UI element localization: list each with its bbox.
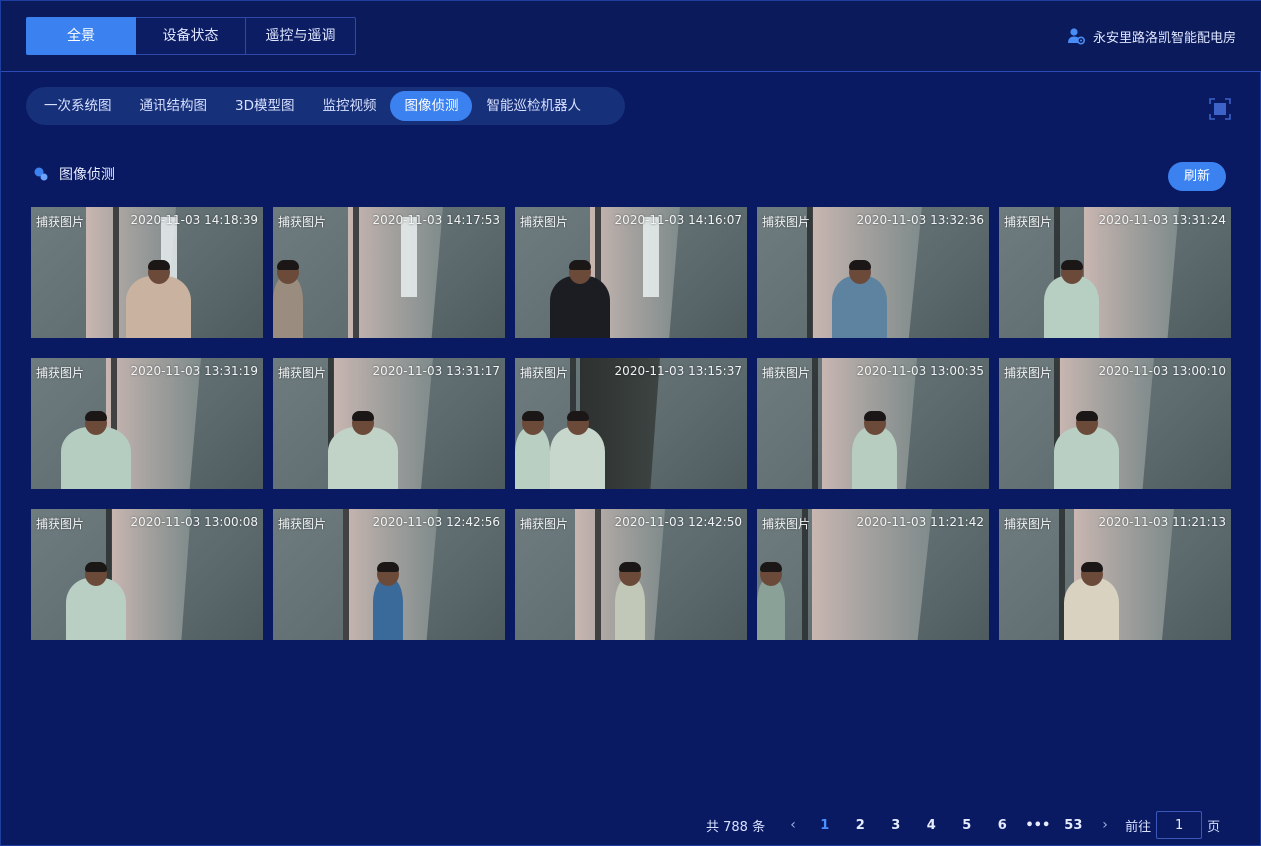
tab-primary-diagram[interactable]: 一次系统图 [30, 91, 126, 121]
tab-video-monitor[interactable]: 监控视频 [308, 91, 390, 121]
capture-card[interactable]: 捕获图片 2020-11-03 13:00:08 [31, 509, 263, 640]
capture-label: 捕获图片 [278, 215, 327, 229]
capture-label: 捕获图片 [36, 215, 85, 229]
capture-timestamp: 2020-11-03 13:31:17 [372, 364, 500, 378]
tab-comm-structure[interactable]: 通讯结构图 [126, 91, 222, 121]
capture-grid: 捕获图片 2020-11-03 14:18:39 捕获图片 2020-11-03 14… [31, 207, 1231, 640]
capture-label: 捕获图片 [520, 366, 569, 380]
capture-card[interactable]: 捕获图片 2020-11-03 14:17:53 [273, 207, 505, 338]
pagination: 共 788 条 ‹ 1 2 3 4 5 6 ••• 53 › 前往 页 [706, 811, 1220, 839]
capture-label: 捕获图片 [1004, 517, 1053, 531]
header: 全景 设备状态 遥控与遥调 永安里路洛凯智能配电房 [1, 1, 1261, 72]
capture-timestamp: 2020-11-03 14:18:39 [130, 213, 258, 227]
capture-timestamp: 2020-11-03 13:00:08 [130, 515, 258, 529]
capture-card[interactable]: 捕获图片 2020-11-03 11:21:42 [757, 509, 989, 640]
capture-timestamp: 2020-11-03 13:00:10 [1098, 364, 1226, 378]
tab-3d-model[interactable]: 3D模型图 [221, 91, 308, 121]
capture-card[interactable]: 捕获图片 2020-11-03 13:32:36 [757, 207, 989, 338]
capture-timestamp: 2020-11-03 14:17:53 [372, 213, 500, 227]
capture-timestamp: 2020-11-03 13:15:37 [614, 364, 742, 378]
capture-timestamp: 2020-11-03 13:00:35 [856, 364, 984, 378]
capture-card[interactable]: 捕获图片 2020-11-03 13:31:17 [273, 358, 505, 489]
fullscreen-icon[interactable] [1209, 98, 1231, 120]
section-title: 图像侦测 [33, 164, 115, 184]
user-gear-icon [1067, 28, 1085, 45]
section-title-text: 图像侦测 [59, 167, 115, 183]
page-1[interactable]: 1 [807, 818, 843, 833]
capture-card[interactable]: 捕获图片 2020-11-03 13:00:35 [757, 358, 989, 489]
page-5[interactable]: 5 [949, 818, 985, 833]
top-tabs: 全景 设备状态 遥控与遥调 [26, 17, 356, 55]
capture-label: 捕获图片 [36, 517, 85, 531]
capture-label: 捕获图片 [278, 517, 327, 531]
capture-label: 捕获图片 [520, 517, 569, 531]
capture-card[interactable]: 捕获图片 2020-11-03 12:42:50 [515, 509, 747, 640]
next-page-icon[interactable]: › [1091, 817, 1119, 833]
capture-card[interactable]: 捕获图片 2020-11-03 13:00:10 [999, 358, 1231, 489]
page-2[interactable]: 2 [843, 818, 879, 833]
capture-card[interactable]: 捕获图片 2020-11-03 13:31:19 [31, 358, 263, 489]
top-tab-overview[interactable]: 全景 [26, 17, 136, 55]
capture-label: 捕获图片 [278, 366, 327, 380]
capture-label: 捕获图片 [36, 366, 85, 380]
page-suffix: 页 [1207, 819, 1221, 835]
page-53[interactable]: 53 [1056, 818, 1092, 833]
top-tab-remote-control[interactable]: 遥控与遥调 [246, 17, 356, 55]
app-frame: 全景 设备状态 遥控与遥调 永安里路洛凯智能配电房 一次系统图 通讯结构图 3D… [0, 0, 1261, 846]
top-tab-device-status[interactable]: 设备状态 [136, 17, 246, 55]
capture-card[interactable]: 捕获图片 2020-11-03 12:42:56 [273, 509, 505, 640]
bubbles-icon [34, 167, 48, 181]
page-3[interactable]: 3 [878, 818, 914, 833]
page-ellipsis[interactable]: ••• [1020, 818, 1056, 833]
capture-timestamp: 2020-11-03 13:31:19 [130, 364, 258, 378]
sub-tabs: 一次系统图 通讯结构图 3D模型图 监控视频 图像侦测 智能巡检机器人 [26, 87, 625, 125]
capture-label: 捕获图片 [762, 517, 811, 531]
capture-label: 捕获图片 [1004, 366, 1053, 380]
capture-label: 捕获图片 [762, 366, 811, 380]
capture-card[interactable]: 捕获图片 2020-11-03 14:16:07 [515, 207, 747, 338]
page-4[interactable]: 4 [914, 818, 950, 833]
capture-timestamp: 2020-11-03 11:21:13 [1098, 515, 1226, 529]
capture-timestamp: 2020-11-03 12:42:50 [614, 515, 742, 529]
goto-label: 前往 [1125, 819, 1152, 835]
capture-card[interactable]: 捕获图片 2020-11-03 13:15:37 [515, 358, 747, 489]
capture-card[interactable]: 捕获图片 2020-11-03 14:18:39 [31, 207, 263, 338]
tab-image-detection[interactable]: 图像侦测 [390, 91, 473, 121]
capture-label: 捕获图片 [520, 215, 569, 229]
station-name: 永安里路洛凯智能配电房 [1092, 30, 1236, 46]
station-info[interactable]: 永安里路洛凯智能配电房 [1067, 25, 1236, 47]
prev-page-icon[interactable]: ‹ [779, 817, 807, 833]
capture-label: 捕获图片 [1004, 215, 1053, 229]
refresh-button[interactable]: 刷新 [1168, 162, 1226, 191]
capture-timestamp: 2020-11-03 14:16:07 [614, 213, 742, 227]
capture-timestamp: 2020-11-03 12:42:56 [372, 515, 500, 529]
capture-timestamp: 2020-11-03 13:31:24 [1098, 213, 1226, 227]
tab-inspection-robot[interactable]: 智能巡检机器人 [472, 91, 595, 121]
goto-page-input[interactable] [1156, 811, 1203, 839]
capture-card[interactable]: 捕获图片 2020-11-03 13:31:24 [999, 207, 1231, 338]
capture-card[interactable]: 捕获图片 2020-11-03 11:21:13 [999, 509, 1231, 640]
total-count: 共 788 条 [706, 819, 766, 835]
capture-timestamp: 2020-11-03 13:32:36 [856, 213, 984, 227]
page-6[interactable]: 6 [985, 818, 1021, 833]
capture-timestamp: 2020-11-03 11:21:42 [856, 515, 984, 529]
capture-label: 捕获图片 [762, 215, 811, 229]
